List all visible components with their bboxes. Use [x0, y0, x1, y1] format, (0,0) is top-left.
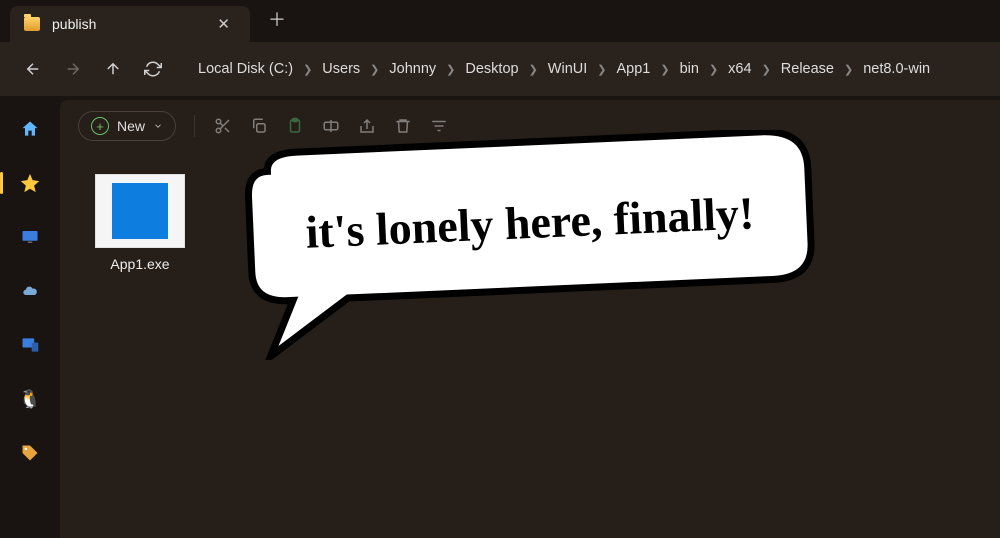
- chevron-right-icon: ❯: [844, 63, 853, 76]
- sort-button[interactable]: [429, 116, 449, 136]
- crumb-bin[interactable]: bin: [676, 57, 703, 81]
- crumb-users[interactable]: Users: [318, 57, 364, 81]
- home-icon: [20, 119, 40, 139]
- chevron-right-icon: ❯: [370, 63, 379, 76]
- crumb-x64[interactable]: x64: [724, 57, 755, 81]
- sidebar: 🐧: [0, 96, 60, 538]
- crumb-winui[interactable]: WinUI: [544, 57, 591, 81]
- share-icon: [358, 117, 376, 135]
- pc-icon: [20, 335, 40, 355]
- exe-icon: [95, 174, 185, 248]
- tab-publish[interactable]: publish ✕: [10, 6, 250, 42]
- chevron-right-icon: ❯: [762, 63, 771, 76]
- close-icon[interactable]: ✕: [211, 13, 236, 35]
- nav-bar: Local Disk (C:) ❯ Users ❯ Johnny ❯ Desktop ❯…: [0, 42, 1000, 96]
- new-button-label: New: [117, 118, 145, 134]
- chevron-right-icon: ❯: [446, 63, 455, 76]
- rename-button[interactable]: [321, 116, 341, 136]
- crumb-root[interactable]: Local Disk (C:): [194, 57, 297, 81]
- new-tab-button[interactable]: ＋: [260, 4, 294, 34]
- sidebar-item-tags[interactable]: [12, 438, 48, 468]
- chevron-right-icon: ❯: [709, 63, 718, 76]
- delete-button[interactable]: [393, 116, 413, 136]
- plus-icon: +: [91, 117, 109, 135]
- file-name: App1.exe: [110, 256, 169, 272]
- trash-icon: [394, 117, 412, 135]
- paste-button[interactable]: [285, 116, 305, 136]
- clipboard-icon: [286, 117, 304, 135]
- star-icon: [19, 172, 41, 194]
- toolbar: + New: [60, 100, 1000, 152]
- sidebar-item-linux[interactable]: 🐧: [12, 384, 48, 414]
- breadcrumb: Local Disk (C:) ❯ Users ❯ Johnny ❯ Desktop ❯…: [194, 57, 934, 81]
- sort-icon: [430, 117, 448, 135]
- up-button[interactable]: [102, 58, 124, 80]
- back-button[interactable]: [22, 58, 44, 80]
- file-grid: App1.exe: [60, 152, 1000, 294]
- crumb-app1[interactable]: App1: [613, 57, 655, 81]
- cut-button[interactable]: [213, 116, 233, 136]
- copy-button[interactable]: [249, 116, 269, 136]
- sidebar-item-onedrive[interactable]: [12, 276, 48, 306]
- scissors-icon: [214, 117, 232, 135]
- file-item[interactable]: App1.exe: [90, 174, 190, 272]
- chevron-right-icon: ❯: [529, 63, 538, 76]
- content-pane: + New App1.exe: [60, 100, 1000, 538]
- crumb-net8[interactable]: net8.0-win: [859, 57, 934, 81]
- cloud-icon: [19, 283, 41, 299]
- sidebar-item-home[interactable]: [12, 114, 48, 144]
- toolbar-divider: [194, 115, 195, 137]
- penguin-icon: 🐧: [19, 389, 41, 410]
- sidebar-item-desktop[interactable]: [12, 222, 48, 252]
- chevron-right-icon: ❯: [597, 63, 606, 76]
- share-button[interactable]: [357, 116, 377, 136]
- monitor-icon: [20, 228, 40, 246]
- chevron-right-icon: ❯: [303, 63, 312, 76]
- copy-icon: [250, 117, 268, 135]
- rename-icon: [322, 117, 340, 135]
- chevron-down-icon: [153, 121, 163, 131]
- chevron-right-icon: ❯: [660, 63, 669, 76]
- crumb-desktop[interactable]: Desktop: [461, 57, 522, 81]
- tag-icon: [20, 443, 40, 463]
- tab-bar: publish ✕ ＋: [0, 0, 1000, 42]
- crumb-release[interactable]: Release: [777, 57, 838, 81]
- forward-button[interactable]: [62, 58, 84, 80]
- refresh-button[interactable]: [142, 58, 164, 80]
- sidebar-item-thispc[interactable]: [12, 330, 48, 360]
- crumb-user[interactable]: Johnny: [385, 57, 440, 81]
- new-button[interactable]: + New: [78, 111, 176, 141]
- folder-icon: [24, 17, 40, 31]
- sidebar-item-favorites[interactable]: [12, 168, 48, 198]
- tab-title: publish: [52, 16, 199, 32]
